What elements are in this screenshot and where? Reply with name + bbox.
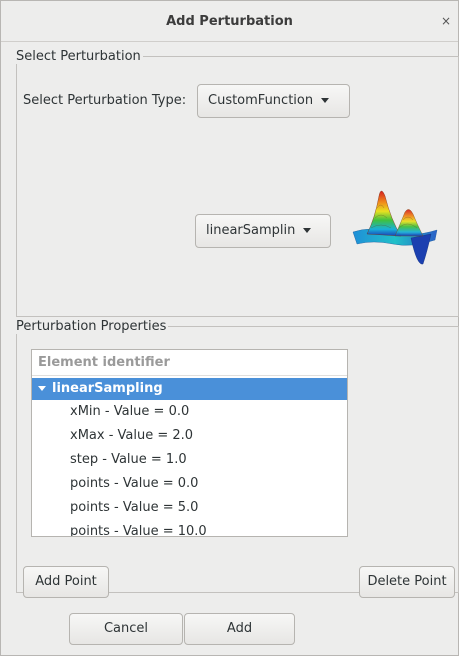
chevron-down-icon (321, 98, 330, 103)
perturbation-type-value: CustomFunction (208, 93, 314, 108)
tree-row[interactable]: points - Value = 5.0 (32, 496, 347, 520)
surface-plot-icon (352, 190, 438, 265)
perturbation-properties-group: Perturbation Properties Element identifi… (16, 319, 459, 598)
perturbation-type-label: Select Perturbation Type: (23, 93, 187, 108)
perturbation-properties-legend: Perturbation Properties (16, 319, 167, 334)
properties-tree[interactable]: Element identifier linearSampling xMin -… (31, 349, 348, 537)
tree-row-linear-sampling[interactable]: linearSampling (32, 378, 347, 400)
close-icon[interactable]: × (441, 14, 451, 28)
custom-function-value: linearSamplin (206, 223, 296, 238)
delete-point-button[interactable]: Delete Point (359, 566, 455, 598)
perturbation-type-dropdown[interactable]: CustomFunction (197, 84, 350, 118)
chevron-down-icon (303, 228, 312, 233)
tree-row[interactable]: xMax - Value = 2.0 (32, 424, 347, 448)
tree-row[interactable]: step - Value = 1.0 (32, 448, 347, 472)
cancel-button[interactable]: Cancel (69, 613, 183, 645)
tree-row[interactable]: points - Value = 0.0 (32, 472, 347, 496)
dialog-title: Add Perturbation (166, 14, 293, 29)
add-point-button[interactable]: Add Point (23, 566, 109, 598)
expander-down-icon[interactable] (38, 386, 46, 391)
tree-column-header[interactable]: Element identifier (32, 350, 347, 376)
custom-function-dropdown[interactable]: linearSamplin (195, 214, 331, 248)
tree-row[interactable]: xMin - Value = 0.0 (32, 400, 347, 424)
add-perturbation-dialog: Add Perturbation × Select Perturbation S… (0, 0, 459, 656)
tree-row[interactable]: points - Value = 10.0 (32, 520, 347, 536)
tree-row-label: linearSampling (52, 381, 163, 396)
titlebar: Add Perturbation × (1, 1, 458, 42)
add-button[interactable]: Add (184, 613, 295, 645)
select-perturbation-group: Select Perturbation Select Perturbation … (16, 49, 459, 317)
select-perturbation-legend: Select Perturbation (16, 49, 141, 64)
